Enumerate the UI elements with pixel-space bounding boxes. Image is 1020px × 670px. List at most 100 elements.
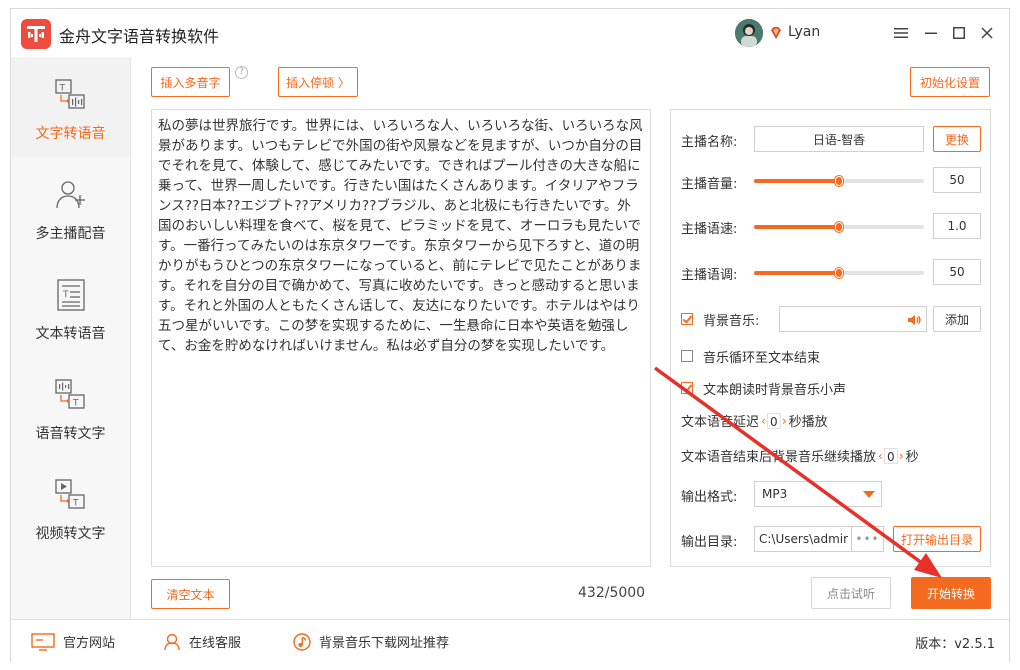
text-input-area[interactable]: 私の夢は世界旅行です。世界には、いろいろな人、いろいろな街、いろいろな风景があり… [151, 109, 651, 567]
delay-spinner[interactable]: ‹ 0 › [761, 412, 787, 429]
insert-polyphone-button[interactable]: 插入多音字 [151, 67, 230, 97]
monitor-icon [31, 632, 55, 651]
speed-slider-handle[interactable] [835, 222, 843, 232]
support-label: 在线客服 [189, 636, 242, 651]
more-menu-icon[interactable] [889, 21, 913, 45]
support-link[interactable]: 在线客服 [163, 632, 241, 651]
add-user-icon [56, 181, 85, 209]
speed-label: 主播语速: [681, 222, 738, 237]
increment-icon[interactable]: › [782, 414, 787, 428]
insert-pause-button[interactable]: 插入停顿 〉 [278, 67, 358, 97]
settings-panel: 主播名称: 日语-智香 更换 主播音量: 50 主播语速: 1.0 主播语调: … [670, 109, 991, 567]
delay-value[interactable]: 0 [766, 412, 781, 429]
svg-text:T: T [72, 499, 79, 509]
pitch-label: 主播语调: [681, 268, 738, 283]
bg-music-checkbox[interactable] [681, 313, 693, 325]
bg-music-field[interactable] [779, 306, 927, 332]
app-window: 金舟文字语音转换软件 Lyan T 文字转语音 多主播配音 T 文本转语音 T … [10, 8, 1010, 662]
format-value: MP3 [762, 487, 788, 501]
voice-name-field: 日语-智香 [754, 126, 924, 152]
dir-label: 输出目录: [681, 535, 738, 550]
decrement-icon[interactable]: ‹ [761, 414, 766, 428]
sidebar-item-document-to-speech[interactable]: T 文本转语音 [11, 257, 130, 357]
document-icon: T [57, 279, 85, 311]
loop-music-label: 音乐循环至文本结束 [703, 351, 821, 366]
user-avatar[interactable] [735, 19, 763, 47]
continue-row: 文本语音结束后背景音乐继续播放 ‹ 0 › 秒 [681, 446, 919, 465]
format-select[interactable]: MP3 [754, 481, 882, 507]
sidebar-item-multi-speaker[interactable]: 多主播配音 [11, 157, 130, 257]
music-note-icon [293, 632, 311, 651]
music-recommend-link[interactable]: 背景音乐下载网址推荐 [293, 632, 449, 651]
version-label: 版本：v2.5.1 [915, 637, 995, 652]
app-title: 金舟文字语音转换软件 [59, 27, 220, 46]
pitch-value-field[interactable]: 50 [933, 259, 981, 285]
volume-label: 主播音量: [681, 177, 738, 192]
title-bar: 金舟文字语音转换软件 Lyan [11, 9, 1009, 57]
music-recommend-label: 背景音乐下载网址推荐 [319, 636, 450, 651]
output-dir-field[interactable]: C:\Users\admir [754, 526, 852, 552]
user-service-icon [164, 633, 180, 650]
sidebar-item-label: 语音转文字 [35, 426, 106, 442]
close-icon[interactable] [975, 21, 999, 45]
website-label: 官方网站 [63, 636, 116, 651]
volume-slider-fill [754, 179, 839, 183]
change-voice-button[interactable]: 更换 [933, 126, 981, 152]
reset-settings-button[interactable]: 初始化设置 [910, 67, 990, 97]
continue-spinner[interactable]: ‹ 0 › [878, 447, 904, 464]
increment-icon[interactable]: › [899, 449, 904, 463]
continue-suffix: 秒 [905, 450, 919, 465]
sidebar-item-label: 文字转语音 [35, 126, 106, 142]
sidebar-item-label: 多主播配音 [35, 226, 106, 242]
pitch-slider-fill [754, 271, 839, 275]
speed-slider-fill [754, 225, 839, 229]
open-output-dir-button[interactable]: 打开输出目录 [893, 526, 981, 552]
character-counter: 432/5000 [578, 585, 646, 601]
delay-prefix: 文本语音延迟 [681, 415, 760, 430]
continue-prefix: 文本语音结束后背景音乐继续播放 [681, 450, 877, 465]
add-music-button[interactable]: 添加 [933, 306, 981, 332]
video-to-text-icon: T [55, 479, 85, 509]
duck-music-checkbox[interactable] [681, 382, 693, 394]
duck-music-label: 文本朗读时背景音乐小声 [703, 383, 847, 398]
bg-music-label: 背景音乐: [703, 314, 760, 329]
pitch-slider[interactable] [754, 268, 924, 278]
volume-value-field[interactable]: 50 [933, 167, 981, 193]
chevron-down-icon[interactable] [863, 491, 875, 498]
help-icon[interactable]: ? [235, 66, 248, 79]
sidebar-item-label: 视频转文字 [35, 526, 106, 542]
start-convert-button[interactable]: 开始转换 [911, 577, 991, 609]
svg-text:T: T [62, 290, 69, 300]
speed-value-field[interactable]: 1.0 [933, 213, 981, 239]
delay-row: 文本语音延迟 ‹ 0 › 秒播放 [681, 411, 828, 430]
loop-music-checkbox[interactable] [681, 350, 693, 362]
speaker-icon[interactable] [906, 312, 922, 328]
volume-slider[interactable] [754, 176, 924, 186]
app-logo-icon [21, 19, 51, 49]
vip-diamond-icon [769, 26, 783, 40]
minimize-icon[interactable] [919, 21, 943, 45]
preview-button[interactable]: 点击试听 [811, 577, 891, 609]
pitch-slider-handle[interactable] [835, 268, 843, 278]
sidebar-item-video-to-text[interactable]: T 视频转文字 [11, 457, 130, 557]
user-name[interactable]: Lyan [788, 24, 820, 40]
sidebar-item-text-to-speech[interactable]: T 文字转语音 [11, 57, 130, 157]
footer-bar: 官方网站 在线客服 背景音乐下载网址推荐 版本：v2.5.1 [11, 619, 1009, 662]
continue-value[interactable]: 0 [883, 447, 898, 464]
website-link[interactable]: 官方网站 [31, 632, 115, 651]
sidebar-item-speech-to-text[interactable]: T 语音转文字 [11, 357, 130, 457]
voice-label: 主播名称: [681, 135, 738, 150]
delay-suffix: 秒播放 [788, 415, 828, 430]
clear-text-button[interactable]: 清空文本 [151, 579, 230, 609]
volume-slider-handle[interactable] [835, 176, 843, 186]
svg-text:T: T [72, 399, 79, 409]
svg-text:T: T [59, 84, 66, 94]
sidebar: T 文字转语音 多主播配音 T 文本转语音 T 语音转文字 T 视频转文字 [11, 57, 131, 619]
decrement-icon[interactable]: ‹ [878, 449, 883, 463]
browse-dir-button[interactable]: ••• [852, 526, 884, 552]
format-label: 输出格式: [681, 490, 738, 505]
maximize-icon[interactable] [947, 21, 971, 45]
sidebar-item-label: 文本转语音 [35, 326, 106, 342]
speed-slider[interactable] [754, 222, 924, 232]
text-to-speech-icon: T [55, 79, 85, 109]
